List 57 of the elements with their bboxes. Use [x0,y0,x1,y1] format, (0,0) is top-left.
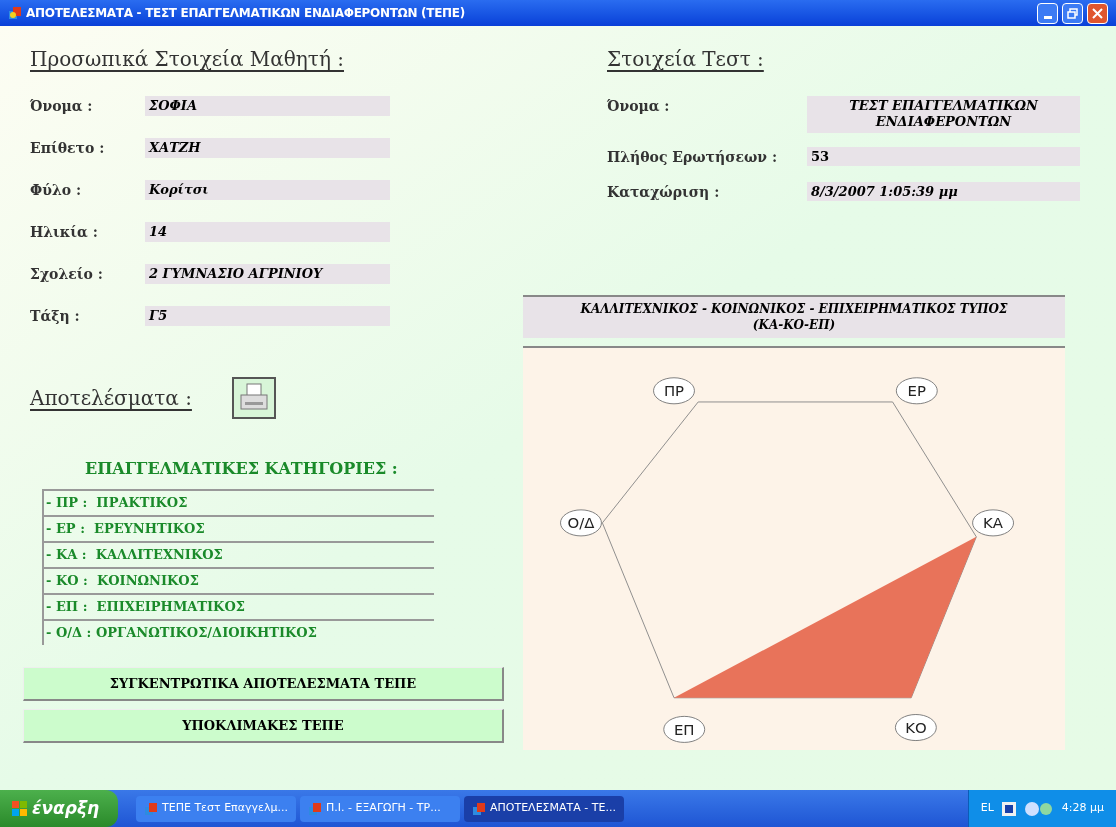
field-value: ΣΟΦΙΑ [145,96,390,116]
network-icon [1023,800,1054,817]
clock: 4:28 μμ [1061,800,1104,817]
field-label: Ηλικία : [30,223,99,242]
field-value: Γ5 [145,306,390,326]
category-row: - Ο/Δ : ΟΡΓΑΝΩΤΙΚΟΣ/ΔΙΟΙΚΗΤΙΚΟΣ [42,619,434,645]
category-row: - ΚΟ : ΚΟΙΝΩΝΙΚΟΣ [42,567,434,593]
start-button[interactable]: έναρξη [0,790,118,827]
field-value: Κορίτσι [145,180,390,200]
categories-title: ΕΠΑΓΓΕΛΜΑΤΙΚΕΣ ΚΑΤΗΓΟΡΙΕΣ : [85,458,399,480]
language-indicator: EL [980,800,994,817]
field-label: Επίθετο : [30,139,106,158]
vertex-label: ΚΟ [894,713,937,741]
section-heading: Προσωπικά Στοιχεία Μαθητή : [30,46,344,73]
field-label: Σχολείο : [30,265,104,284]
field-label: Φύλο : [30,181,83,200]
window-title: ΑΠΟΤΕΛΕΣΜΑΤΑ - ΤΕΣΤ ΕΠΑΓΓΕΛΜΑΤΙΚΩΝ ΕΝΔΙΑΦΕΡΟΝΤΩΝ (ΤΕΠΕ) [26,5,466,22]
report-button[interactable]: ΣΥΓΚΕΝΤΡΩΤΙΚΑ ΑΠΟΤΕΛΕΣΜΑΤΑ ΤΕΠΕ [23,667,504,701]
report-button[interactable]: ΥΠΟΚΛΙΜΑΚΕΣ ΤΕΠΕ [23,709,504,743]
field-label: Καταχώριση : [607,182,721,202]
app-icon [144,801,158,816]
field-value: 2 ΓΥΜΝΑΣΙΟ ΑΓΡΙΝΙΟΥ [145,264,390,284]
vertex-label: ΠΡ [653,376,695,404]
restore-icon [1067,7,1078,19]
vertex-label: Ο/Δ [560,508,602,536]
field-value: 14 [145,222,390,242]
app-icon [8,6,22,20]
close-icon [1092,7,1103,19]
vertex-label: ΕΡ [895,376,938,404]
category-row: - ΚΑ : ΚΑΛΛΙΤΕΧΝΙΚΟΣ [42,541,434,567]
field-value: ΤΕΣΤ ΕΠΑΓΓΕΛΜΑΤΙΚΩΝ ΕΝΔΙΑΦΕΡΟΝΤΩΝ [807,96,1080,133]
app-icon [472,801,486,816]
field-label: Πλήθος Ερωτήσεων : [607,147,779,167]
app-icon [308,801,322,816]
field-value: 8/3/2007 1:05:39 μμ [807,181,1080,201]
vertex-label: ΚΑ [972,508,1014,536]
category-row: - ΕΡ : ΕΡΕΥΝΗΤΙΚΟΣ [42,515,434,541]
field-label: Τάξη : [30,307,81,326]
restore-button[interactable] [1062,2,1083,24]
field-label: Όνομα : [30,97,94,116]
field-value: 53 [807,146,1080,166]
vertex-label: ΕΠ [663,715,706,743]
close-button[interactable] [1087,2,1108,24]
field-value: ΧΑΤΖΗ [145,138,390,158]
taskbar-button[interactable]: ΑΠΟΤΕΛΕΣΜΑΤΑ - ΤΕ... [464,795,624,822]
help-icon [1001,801,1016,816]
section-heading: Αποτελέσματα : [30,385,192,412]
taskbar-button[interactable]: ΤΕΠΕ Τεστ Επαγγελμ... [136,795,296,822]
minimize-button[interactable] [1037,2,1058,24]
taskbar-button[interactable]: Π.Ι. - ΕΞΑΓΩΓΗ - ΤΡ... [300,795,460,822]
field-label: Όνομα : [607,97,671,116]
category-row: - ΕΠ : ΕΠΙΧΕΙΡΗΜΑΤΙΚΟΣ [42,593,434,619]
windows-logo-icon [12,800,28,817]
section-heading: Στοιχεία Τεστ : [607,46,764,73]
print-button[interactable] [231,377,276,419]
category-row: - ΠΡ : ΠΡΑΚΤΙΚΟΣ [42,489,434,515]
profile-title: ΚΑΛΛΙΤΕΧΝΙΚΟΣ - ΚΟΙΝΩΝΙΚΟΣ - ΕΠΙΧΕΙΡΗΜΑΤΙΚΟΣ ΤΥΠΟΣ (ΚΑ-ΚΟ-ΕΠ) [523,294,1065,338]
